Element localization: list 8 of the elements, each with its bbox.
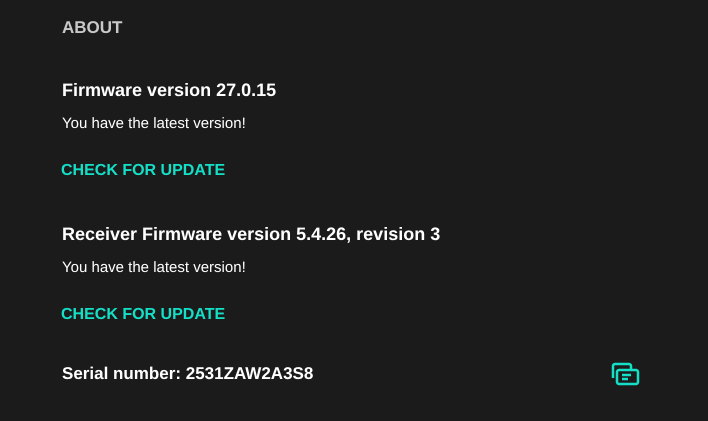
serial-number: Serial number: 2531ZAW2A3S8	[62, 363, 314, 385]
firmware-title: Receiver Firmware version 5.4.26, revision 3	[62, 223, 440, 246]
check-update-link[interactable]: CHECK FOR UPDATE	[61, 304, 226, 326]
section-title: ABOUT	[62, 17, 124, 39]
check-update-link[interactable]: CHECK FOR UPDATE	[61, 160, 226, 182]
firmware-status: You have the latest version!	[62, 258, 246, 278]
firmware-title: Firmware version 27.0.15	[62, 79, 276, 102]
firmware-status: You have the latest version!	[62, 114, 246, 134]
